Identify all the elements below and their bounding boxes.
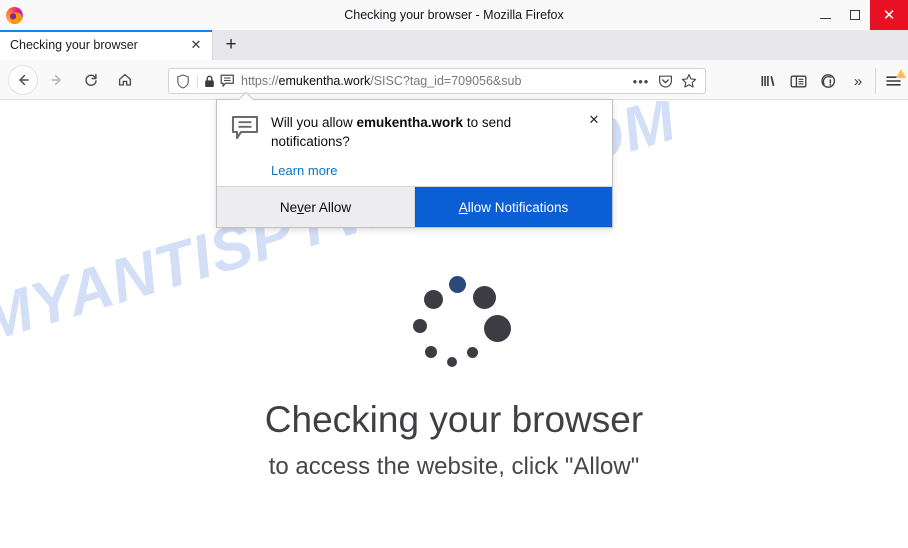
popup-question-prefix: Will you allow xyxy=(271,115,357,130)
bookmark-button[interactable] xyxy=(677,70,701,92)
notification-bubble-icon xyxy=(231,115,259,141)
never-allow-accesskey: v xyxy=(297,199,304,215)
account-sync-icon xyxy=(820,74,835,88)
new-tab-button[interactable]: + xyxy=(213,30,249,60)
popup-question: Will you allow emukentha.work to send no… xyxy=(271,114,582,151)
back-button[interactable] xyxy=(8,64,38,95)
bookmark-star-icon xyxy=(681,74,697,88)
library-button[interactable] xyxy=(753,68,783,94)
url-host: emukentha.work xyxy=(278,74,371,88)
page-subtext: to access the website, click "Allow" xyxy=(268,453,640,480)
back-arrow-icon xyxy=(19,74,29,85)
maximize-icon xyxy=(850,10,860,20)
url-bar[interactable]: https://emukentha.work/SISC?tag_id=70905… xyxy=(168,68,706,94)
forward-arrow-icon xyxy=(51,74,61,85)
tab-strip: Checking your browser ✕ + xyxy=(0,30,908,60)
page-headline: Checking your browser xyxy=(264,399,644,440)
tab-close-icon[interactable]: ✕ xyxy=(188,37,204,53)
notification-permission-icon[interactable] xyxy=(217,74,237,88)
urlbar-actions: ••• xyxy=(629,70,701,92)
url-text[interactable]: https://emukentha.work/SISC?tag_id=70905… xyxy=(241,74,629,88)
menu-button[interactable] xyxy=(878,68,908,94)
page-actions-button[interactable]: ••• xyxy=(629,70,653,92)
popup-question-host: emukentha.work xyxy=(356,115,464,130)
url-path: /SISC?tag_id=709056&sub xyxy=(370,74,522,88)
library-icon xyxy=(761,76,774,86)
browser-window: Checking your browser - Mozilla Firefox … xyxy=(0,0,908,548)
never-allow-label-end: er Allow xyxy=(303,199,352,215)
pocket-button[interactable] xyxy=(653,70,677,92)
popup-actions: Ne v er Allow Allow Notifications xyxy=(217,186,612,228)
pocket-icon xyxy=(658,75,672,88)
tab-label: Checking your browser xyxy=(10,38,138,52)
sidebar-button[interactable] xyxy=(783,68,813,94)
home-button[interactable] xyxy=(110,65,140,95)
sidebar-icon xyxy=(790,75,806,87)
urlbar-divider xyxy=(197,73,198,89)
window-title: Checking your browser - Mozilla Firefox xyxy=(344,8,564,22)
forward-button[interactable] xyxy=(42,65,72,95)
popup-body: Will you allow emukentha.work to send no… xyxy=(217,100,612,186)
account-button[interactable] xyxy=(813,68,843,94)
toolbar-divider xyxy=(875,68,876,94)
loading-spinner-icon xyxy=(405,274,515,384)
allow-label-end: llow Notifications xyxy=(467,199,569,215)
tracking-protection-shield-icon[interactable] xyxy=(172,73,194,89)
reload-icon xyxy=(85,73,97,86)
minimize-icon xyxy=(819,17,831,19)
overflow-button[interactable]: » xyxy=(843,68,873,94)
home-icon xyxy=(118,73,132,86)
allow-notifications-button[interactable]: Allow Notifications xyxy=(415,187,612,228)
warning-triangle-icon xyxy=(896,69,906,78)
title-bar: Checking your browser - Mozilla Firefox … xyxy=(0,0,908,30)
reload-button[interactable] xyxy=(76,65,106,95)
padlock-icon[interactable] xyxy=(201,75,217,88)
window-controls: ✕ xyxy=(810,0,908,30)
toolbar-right: » xyxy=(753,68,908,94)
popup-main: Will you allow emukentha.work to send no… xyxy=(271,114,600,180)
popup-arrow xyxy=(239,92,254,100)
minimize-button[interactable] xyxy=(810,0,840,30)
maximize-button[interactable] xyxy=(840,0,870,30)
allow-accesskey: A xyxy=(458,199,468,215)
never-allow-label-start: Ne xyxy=(279,199,298,215)
tab-checking-your-browser[interactable]: Checking your browser ✕ xyxy=(0,30,213,60)
url-scheme: https:// xyxy=(241,74,279,88)
close-button[interactable]: ✕ xyxy=(870,0,908,30)
firefox-logo xyxy=(6,6,23,24)
learn-more-link[interactable]: Learn more xyxy=(271,163,337,178)
never-allow-button[interactable]: Ne v er Allow xyxy=(217,187,415,228)
popup-close-button[interactable]: ✕ xyxy=(586,112,602,128)
notification-permission-popup: Will you allow emukentha.work to send no… xyxy=(216,92,613,229)
